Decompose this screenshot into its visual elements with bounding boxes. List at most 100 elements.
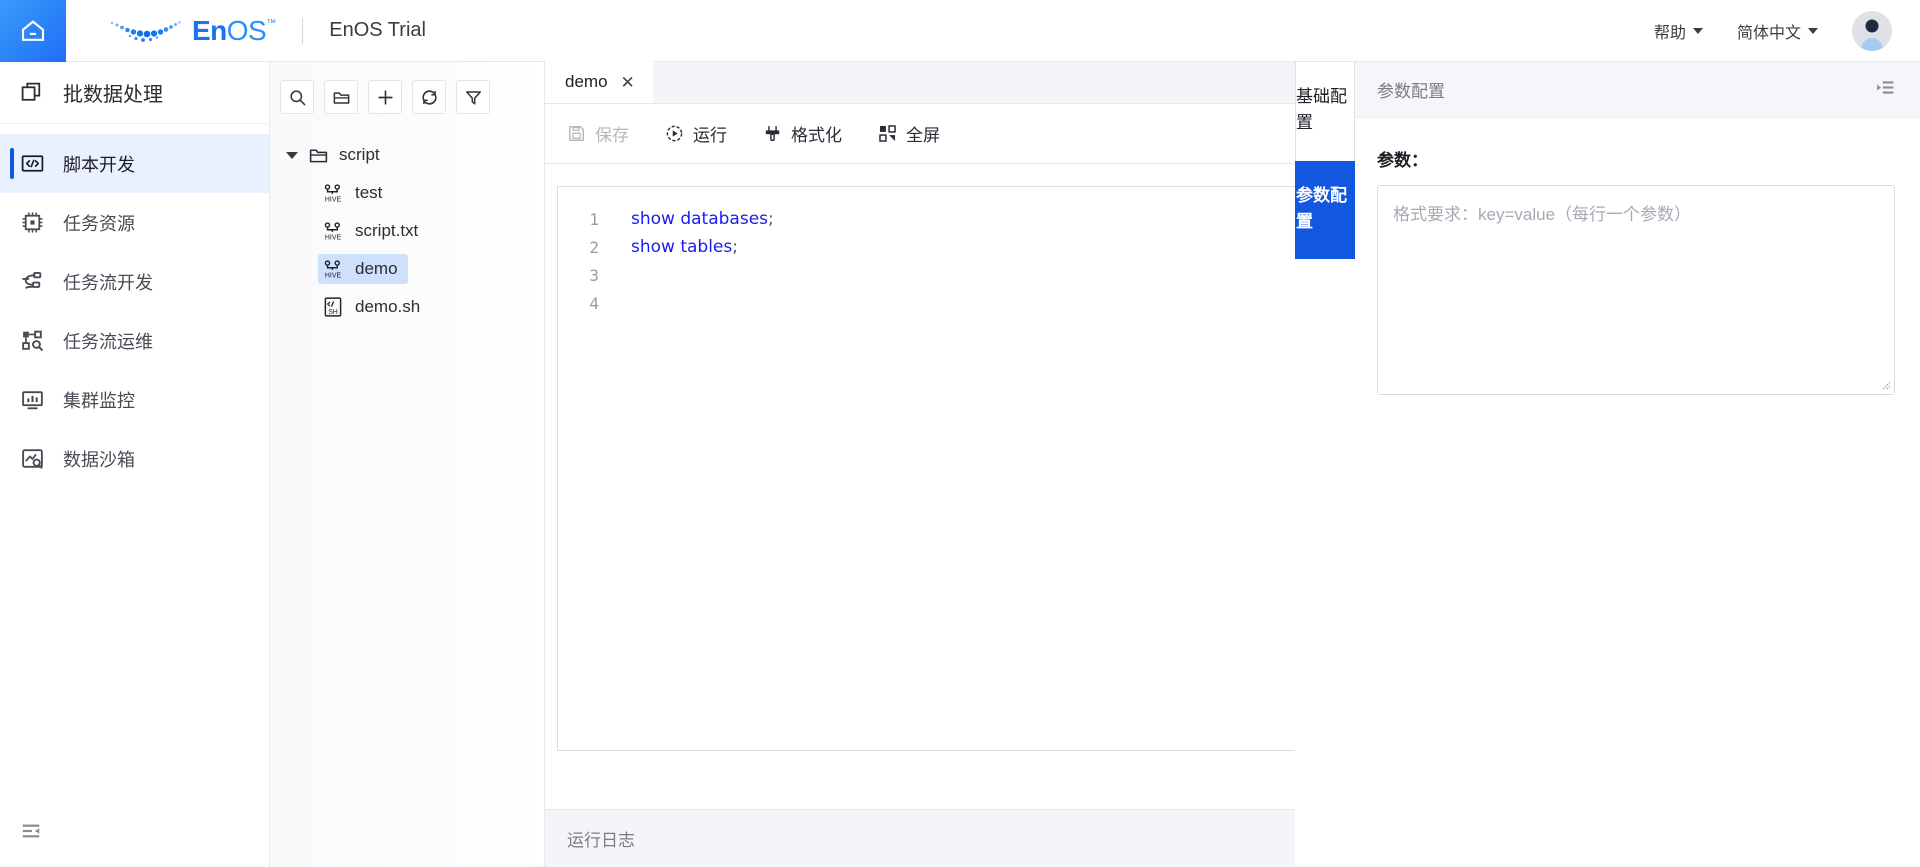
- format-brush-icon: [765, 126, 780, 141]
- monitor-chart-icon: [22, 391, 43, 410]
- svg-text:SH: SH: [328, 309, 338, 316]
- image-search-icon: [22, 449, 43, 469]
- list-item[interactable]: HIVE demo: [270, 250, 544, 288]
- panel-body: 参数： 格式要求：key=value（每行一个参数）: [1355, 118, 1920, 395]
- right-config-panel: 参数配置 参数： 格式要求：key=value（每行一个参数）: [1355, 62, 1920, 867]
- run-log-label: 运行日志: [567, 831, 635, 850]
- run-log-bar[interactable]: 运行日志: [545, 809, 1352, 867]
- code-line: 3: [558, 261, 1339, 289]
- enos-swoosh-logo-icon: [110, 20, 181, 42]
- panel-title: 参数配置: [1377, 82, 1445, 101]
- cpu-chip-icon: [22, 212, 43, 233]
- search-icon: [289, 89, 305, 105]
- resize-handle-icon[interactable]: [1878, 378, 1891, 391]
- logo-en-text: En: [192, 14, 227, 46]
- file-label: test: [355, 183, 383, 202]
- format-label: 格式化: [791, 126, 842, 145]
- run-button[interactable]: 运行: [665, 121, 727, 146]
- sidebar-item-script-development[interactable]: 脚本开发: [0, 134, 269, 193]
- parameter-textarea[interactable]: 格式要求：key=value（每行一个参数）: [1377, 185, 1895, 395]
- save-icon: [569, 126, 584, 141]
- sidebar-item-label: 任务流开发: [63, 272, 153, 293]
- fullscreen-label: 全屏: [906, 126, 940, 145]
- save-button[interactable]: 保存: [567, 121, 629, 146]
- brand-title: EnOS Trial: [329, 19, 426, 41]
- fullscreen-button[interactable]: 全屏: [878, 121, 940, 146]
- parameter-label: 参数：: [1377, 151, 1428, 170]
- code-line: 1 show databases;: [558, 205, 1339, 233]
- sidebar-item-label: 脚本开发: [63, 154, 135, 175]
- file-label: demo: [355, 259, 398, 278]
- sh-file-icon: SH: [324, 297, 342, 317]
- tab-parameter-config[interactable]: 参数配置: [1295, 160, 1355, 260]
- tab-label: demo: [565, 72, 608, 91]
- line-number: 3: [589, 265, 599, 285]
- logo-tm-text: ™: [266, 17, 277, 29]
- filter-button[interactable]: [456, 80, 490, 114]
- run-label: 运行: [693, 126, 727, 145]
- sidebar-module-label: 批数据处理: [63, 84, 163, 106]
- format-button[interactable]: 格式化: [763, 121, 842, 146]
- sidebar-item-cluster-monitoring[interactable]: 集群监控: [0, 370, 269, 429]
- sidebar-item-task-resource[interactable]: 任务资源: [0, 193, 269, 252]
- list-item[interactable]: HIVE test: [270, 174, 544, 212]
- header-actions: 帮助 简体中文: [1654, 10, 1920, 51]
- file-tree: script HIVE test HIVE script.txt HIVE de…: [270, 136, 544, 326]
- new-folder-icon: [333, 91, 349, 104]
- language-menu[interactable]: 简体中文: [1737, 19, 1818, 43]
- code-content: show databases;: [631, 209, 774, 229]
- nodes-search-icon: [22, 330, 43, 351]
- plus-icon: [377, 89, 393, 105]
- new-folder-button[interactable]: [324, 80, 358, 114]
- tab-demo[interactable]: demo ✕: [545, 61, 653, 103]
- menu-unfold-icon: [1877, 80, 1894, 94]
- editor-toolbar: 保存 运行 格式化 全屏: [545, 104, 1352, 164]
- code-line: 4: [558, 289, 1339, 317]
- left-sidebar: 批数据处理 脚本开发 任务资源 任务流开发 任务流运维 集群监控 数据沙箱: [0, 62, 270, 867]
- home-button[interactable]: [0, 0, 66, 62]
- editor-panel: demo ✕ 保存 运行 格式化 全屏 1 show databases; 2 …: [545, 61, 1353, 867]
- code-brackets-icon: [21, 155, 44, 172]
- list-item[interactable]: HIVE script.txt: [270, 212, 544, 250]
- home-icon: [21, 19, 45, 41]
- chevron-down-icon[interactable]: [286, 151, 298, 159]
- sidebar-item-workflow-operations[interactable]: 任务流运维: [0, 311, 269, 370]
- search-button[interactable]: [280, 80, 314, 114]
- workflow-icon: [22, 272, 42, 289]
- tree-folder-row[interactable]: script: [270, 136, 544, 174]
- folder-icon: [309, 148, 328, 162]
- sidebar-collapse-button[interactable]: [20, 820, 42, 847]
- enos-wordmark: En OS ™: [192, 15, 276, 47]
- brand: En OS ™ EnOS Trial: [106, 15, 426, 47]
- help-label: 帮助: [1653, 24, 1686, 42]
- line-number: 4: [589, 293, 599, 313]
- panel-collapse-button[interactable]: [1875, 77, 1896, 103]
- line-number: 1: [589, 209, 599, 229]
- sidebar-item-label: 数据沙箱: [63, 449, 135, 470]
- app-root: En OS ™ EnOS Trial 帮助 简体中文 批数据处理 脚本开发 任务…: [0, 0, 1920, 867]
- code-content: show tables;: [631, 237, 738, 257]
- list-item[interactable]: SH demo.sh: [270, 288, 544, 326]
- hive-file-icon: HIVE: [324, 184, 341, 203]
- panel-header: 参数配置: [1355, 62, 1920, 118]
- file-label: demo.sh: [355, 297, 421, 316]
- sidebar-module-title: 批数据处理: [0, 62, 269, 124]
- svg-text:HIVE: HIVE: [325, 272, 342, 279]
- tab-basic-config[interactable]: 基础配置: [1295, 62, 1355, 161]
- language-label: 简体中文: [1736, 24, 1801, 42]
- code-line: 2 show tables;: [558, 233, 1339, 261]
- sidebar-item-label: 任务资源: [63, 213, 135, 234]
- add-button[interactable]: [368, 80, 402, 114]
- chevron-down-icon: [1808, 27, 1818, 34]
- close-icon[interactable]: ✕: [621, 74, 635, 91]
- sidebar-item-workflow-development[interactable]: 任务流开发: [0, 252, 269, 311]
- help-menu[interactable]: 帮助: [1654, 19, 1703, 43]
- svg-text:HIVE: HIVE: [325, 234, 342, 241]
- vertical-tab-strip: 基础配置 参数配置: [1295, 62, 1355, 867]
- avatar[interactable]: [1852, 10, 1892, 51]
- sidebar-item-data-sandbox[interactable]: 数据沙箱: [0, 429, 269, 488]
- refresh-button[interactable]: [412, 80, 446, 114]
- vtab-label: 基础配置: [1296, 87, 1347, 133]
- code-editor[interactable]: 1 show databases; 2 show tables; 3 4: [557, 186, 1340, 751]
- sidebar-nav: 脚本开发 任务资源 任务流开发 任务流运维 集群监控 数据沙箱: [0, 124, 269, 488]
